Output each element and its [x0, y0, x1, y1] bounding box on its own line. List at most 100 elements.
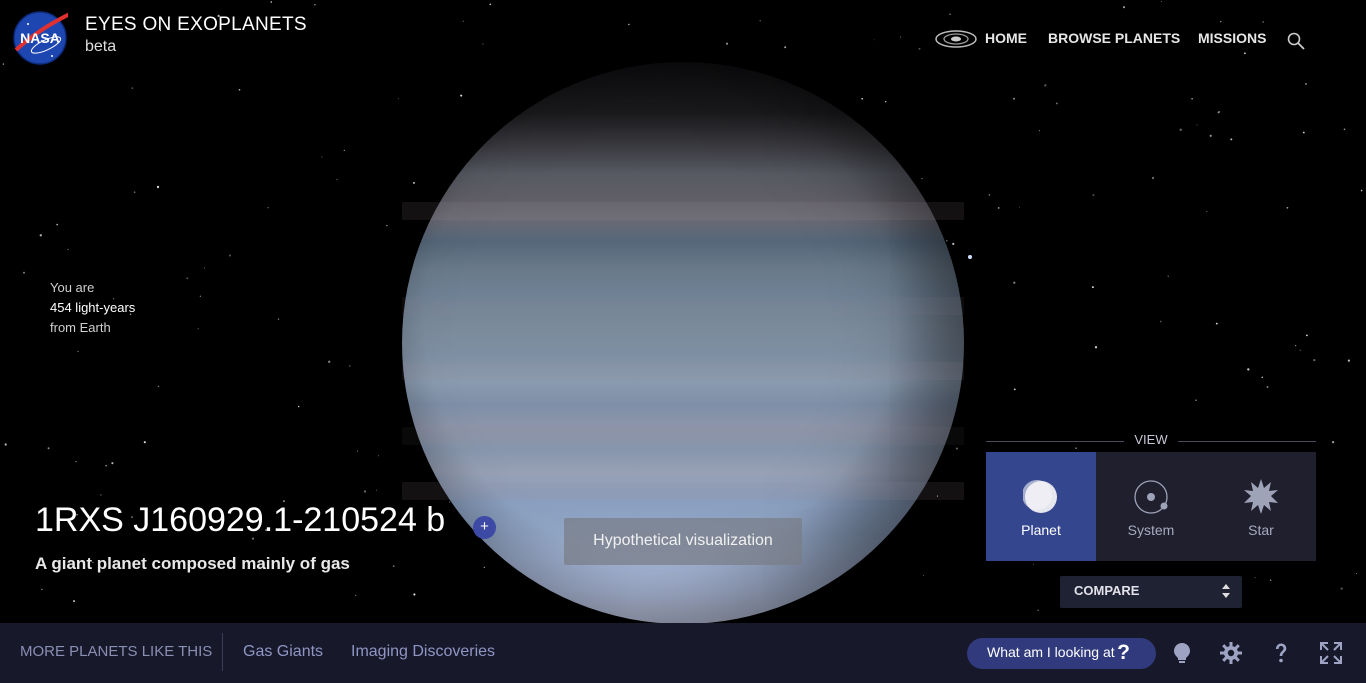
- star-dot: [156, 185, 160, 189]
- star-dot: [1299, 349, 1301, 351]
- star-dot: [67, 248, 69, 250]
- planet-icon: [1023, 480, 1057, 513]
- star-dot: [386, 224, 388, 227]
- view-label-text: VIEW: [1134, 432, 1168, 447]
- star-dot: [143, 441, 146, 444]
- view-selector: Planet System Star: [986, 452, 1316, 561]
- star-dot: [1160, 1, 1163, 3]
- star-dot: [1196, 124, 1198, 126]
- planet-info-add-button[interactable]: +: [473, 516, 496, 539]
- view-option-star[interactable]: Star: [1206, 452, 1316, 561]
- bottom-bar: MORE PLANETS LIKE THIS Gas Giants Imagin…: [0, 623, 1366, 683]
- star-dot: [460, 94, 463, 97]
- view-option-system[interactable]: System: [1096, 452, 1206, 561]
- star-dot: [277, 318, 280, 320]
- star-dot: [1013, 97, 1015, 100]
- star-dot: [1209, 134, 1212, 137]
- star-dot: [1032, 563, 1034, 565]
- fullscreen-icon[interactable]: [1319, 641, 1343, 665]
- gear-icon[interactable]: [1219, 641, 1243, 665]
- star-dot: [105, 465, 107, 467]
- nav-browse-planets[interactable]: BROWSE PLANETS: [1048, 30, 1180, 50]
- view-option-planet[interactable]: Planet: [986, 452, 1096, 561]
- star-dot: [759, 20, 761, 22]
- app-title[interactable]: EYES ON EXOPLANETS: [85, 14, 307, 36]
- star-dot: [1270, 579, 1272, 581]
- star-dot: [23, 271, 25, 274]
- star-dot: [314, 4, 316, 6]
- star-dot: [1159, 320, 1162, 323]
- star-dot: [1151, 176, 1155, 180]
- star-dot: [489, 3, 492, 6]
- star-dot: [186, 277, 189, 280]
- galaxy-icon[interactable]: [934, 27, 978, 51]
- star-dot: [111, 462, 114, 465]
- star-dot: [1195, 399, 1197, 402]
- view-option-label: Planet: [1021, 522, 1061, 538]
- star-dot: [923, 575, 925, 577]
- star-dot: [267, 207, 269, 209]
- question-mark-glyph: ?: [1117, 641, 1130, 664]
- star-dot: [918, 47, 921, 50]
- star-dot: [1286, 206, 1289, 209]
- star-dot: [75, 461, 77, 463]
- star-dot: [77, 350, 79, 353]
- star-dot: [483, 566, 486, 569]
- star-dot: [1295, 345, 1297, 347]
- category-gas-giants[interactable]: Gas Giants: [243, 643, 323, 661]
- what-am-i-looking-at-label: What am I looking at: [987, 644, 1115, 660]
- lightbulb-icon[interactable]: [1170, 641, 1194, 665]
- star-dot: [1122, 6, 1126, 9]
- star-dot: [397, 98, 399, 100]
- star-dot: [997, 206, 1000, 209]
- star-dot: [4, 443, 7, 446]
- distance-suffix: from Earth: [50, 320, 111, 335]
- star-dot: [157, 385, 160, 388]
- star-dot: [1167, 275, 1169, 277]
- hypothetical-visualization-label: Hypothetical visualization: [564, 518, 802, 565]
- star-dot: [1055, 102, 1058, 105]
- star-dot: [628, 23, 630, 26]
- star-dot: [203, 267, 205, 269]
- star-dot: [725, 42, 729, 45]
- star-dot: [1037, 609, 1039, 612]
- planet-name: 1RXS J160929.1-210524 b: [35, 501, 446, 539]
- star-dot: [1262, 21, 1264, 23]
- distance-prefix: You are: [50, 280, 95, 295]
- star-dot: [1230, 138, 1233, 141]
- question-icon[interactable]: [1269, 641, 1293, 665]
- star-dot: [131, 87, 134, 89]
- star-dot: [1302, 131, 1305, 134]
- distance-readout: You are 454 light-years from Earth: [50, 278, 135, 338]
- star-dot: [1243, 52, 1246, 55]
- star-dot: [873, 39, 875, 41]
- star-dot: [945, 239, 948, 242]
- what-am-i-looking-at-button[interactable]: What am I looking at ?: [967, 638, 1156, 669]
- star-dot: [1019, 206, 1020, 208]
- star-dot: [1305, 83, 1307, 85]
- category-imaging-discoveries[interactable]: Imaging Discoveries: [351, 643, 495, 661]
- nasa-logo[interactable]: NASA: [12, 10, 68, 66]
- view-panel-label: VIEW: [986, 432, 1316, 450]
- star-dot: [412, 181, 416, 184]
- nav-missions[interactable]: MISSIONS: [1198, 30, 1266, 50]
- system-icon: [1134, 480, 1168, 514]
- star-dot: [1360, 189, 1363, 192]
- star-dot: [2, 63, 5, 65]
- nav-home[interactable]: HOME: [985, 30, 1027, 50]
- star-dot: [56, 223, 59, 226]
- star-dot: [1092, 194, 1095, 197]
- star-dot: [348, 365, 351, 367]
- star-dot: [376, 489, 378, 491]
- star-dot: [1044, 84, 1047, 87]
- search-icon[interactable]: [1286, 31, 1306, 51]
- star-dot: [392, 565, 395, 568]
- star-dot: [1313, 358, 1316, 362]
- updown-arrows-icon: [1222, 584, 1230, 598]
- star-dot: [900, 36, 902, 38]
- compare-dropdown[interactable]: COMPARE: [1060, 576, 1242, 608]
- star-dot: [1306, 334, 1308, 337]
- star-dot: [1091, 286, 1094, 289]
- star-dot: [1340, 587, 1343, 590]
- compare-label: COMPARE: [1074, 583, 1140, 598]
